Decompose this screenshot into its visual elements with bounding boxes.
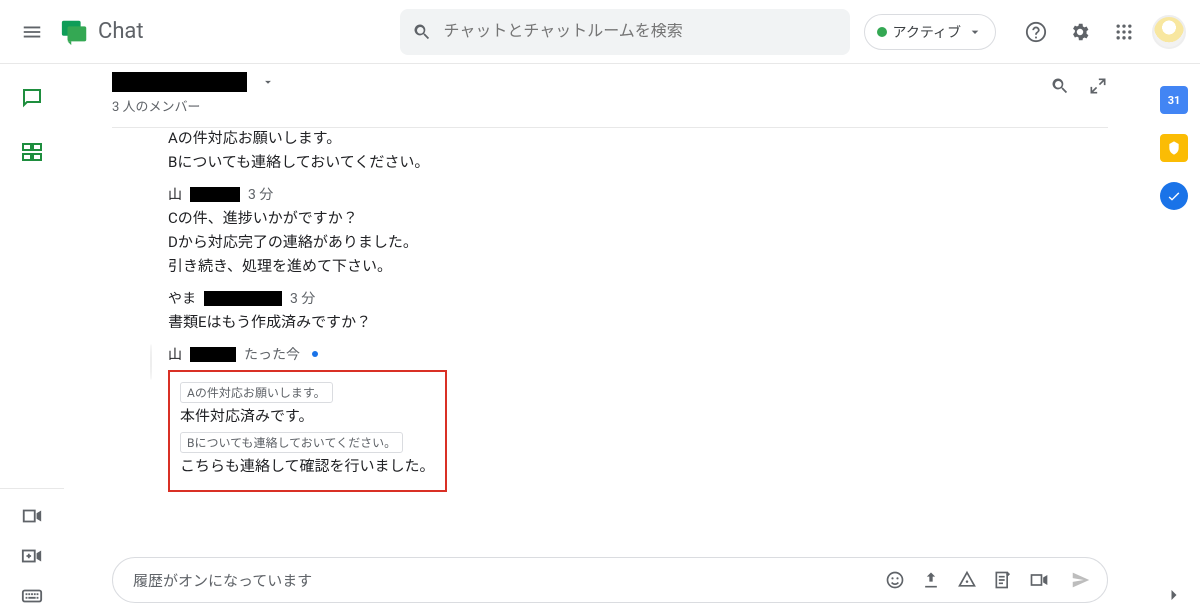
message-header: 山 3 分 [168,184,1108,204]
help-icon [1025,21,1047,43]
compose-input[interactable]: 履歴がオンになっています [112,557,1108,603]
room-search-button[interactable] [1050,76,1070,96]
product-name: Chat [98,19,144,44]
presence-dot-icon [877,27,887,37]
message-item: た Aの件対応お願いします。 Bについても連絡しておいてください。 [104,128,1108,174]
search-input[interactable] [444,23,838,41]
add-meet-button[interactable] [21,545,43,567]
start-meet-button[interactable] [21,505,43,527]
presence-status-button[interactable]: アクティブ [864,14,996,50]
send-button[interactable] [1063,562,1099,598]
sidepanel-calendar-button[interactable]: 31 [1160,86,1188,114]
settings-button[interactable] [1060,12,1100,52]
emoji-icon [885,570,905,590]
inline-reply-block: Aの件対応お願いします。 本件対応済みです。 Bについても連絡しておいてください… [168,370,447,492]
presence-label: アクティブ [893,22,961,42]
sidepanel-keep-button[interactable] [1160,134,1188,162]
message-text: 書類Eはもう作成済みですか？ [168,310,1108,334]
message-time: 3 分 [290,288,315,308]
drive-button[interactable] [949,562,985,598]
reply-text: 本件対応済みです。 [180,405,435,426]
room-title-redacted [112,72,247,92]
search-icon [412,22,432,42]
message-text: Aの件対応お願いします。 Bについても連絡しておいてください。 [168,128,1108,174]
sender-name-redacted [190,187,240,202]
search-box[interactable] [400,9,850,55]
help-button[interactable] [1016,12,1056,52]
tasks-icon [1166,188,1182,204]
chevron-down-icon [261,75,275,89]
message-header: やま 3 分 [168,288,1108,308]
drive-icon [957,570,977,590]
room-dropdown-button[interactable] [261,75,275,89]
sender-name-redacted [204,291,282,306]
calendar-day-number: 31 [1168,94,1181,107]
avatar-own [150,344,152,380]
quote-chip: Aの件対応お願いします。 [180,382,333,403]
keep-icon [1166,140,1182,156]
emoji-button[interactable] [877,562,913,598]
chevron-down-icon [967,24,983,40]
upload-icon [921,570,941,590]
quote-chip: Bについても連絡しておいてください。 [180,432,403,453]
doc-plus-icon [993,570,1013,590]
search-icon [1050,76,1070,96]
sidepanel-expand-button[interactable] [1164,585,1184,605]
chat-logo-icon [60,17,90,47]
unread-dot-icon [312,351,318,357]
message-header: 山 たった今 [168,344,1108,364]
keyboard-button[interactable] [21,585,43,607]
message-time: たった今 [244,344,300,364]
hamburger-icon [21,21,43,43]
apps-grid-icon [1114,22,1134,42]
member-count-label: 3 人のメンバー [112,96,275,115]
collapse-icon [1088,76,1108,96]
chevron-right-icon [1164,585,1184,605]
reply-text: こちらも連絡して確認を行いました。 [180,455,435,476]
video-icon [1029,570,1049,590]
video-call-button[interactable] [1021,562,1057,598]
upload-button[interactable] [913,562,949,598]
nav-chat-icon[interactable] [18,84,46,112]
collapse-button[interactable] [1088,76,1108,96]
message-item-own: 山 たった今 Aの件対応お願いします。 本件対応済みです。 Bについても連絡して… [104,344,1108,492]
gear-icon [1069,21,1091,43]
nav-rooms-icon[interactable] [18,138,46,166]
main-menu-button[interactable] [8,8,56,56]
keyboard-icon [21,585,43,607]
sender-name-redacted [190,347,236,362]
message-time: 3 分 [248,184,273,204]
apps-button[interactable] [1104,12,1144,52]
create-doc-button[interactable] [985,562,1021,598]
send-icon [1070,569,1092,591]
video-plus-icon [21,545,43,567]
compose-placeholder: 履歴がオンになっています [133,570,877,591]
message-text: Cの件、進捗いかがですか？ Dから対応完了の連絡がありました。 引き続き、処理を… [168,206,1108,278]
sidepanel-tasks-button[interactable] [1160,182,1188,210]
message-item: 山 3 分 Cの件、進捗いかがですか？ Dから対応完了の連絡がありました。 引き… [104,184,1108,278]
video-icon [21,505,43,527]
message-item: た やま 3 分 書類Eはもう作成済みですか？ [104,288,1108,334]
account-avatar[interactable] [1152,15,1186,49]
